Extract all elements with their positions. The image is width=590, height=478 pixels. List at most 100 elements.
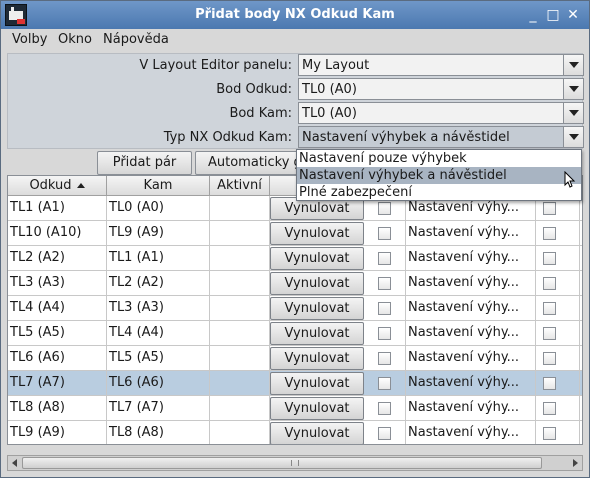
reset-button[interactable]: Vynulovat bbox=[270, 297, 364, 320]
row-enabled-checkbox[interactable] bbox=[543, 277, 556, 290]
row-enabled-checkbox[interactable] bbox=[543, 402, 556, 415]
cell-active bbox=[210, 396, 270, 421]
cell-check bbox=[366, 246, 406, 271]
maximize-icon[interactable]: □ bbox=[544, 6, 562, 24]
row-enabled-checkbox[interactable] bbox=[543, 427, 556, 440]
table-row[interactable]: TL8 (A8) TL7 (A7) Vynulovat Nastavení výhy.… bbox=[8, 396, 582, 421]
table-row[interactable]: TL4 (A4) TL3 (A3) Vynulovat Nastavení výhy.… bbox=[8, 296, 582, 321]
table-row[interactable]: TL10 (A10) TL9 (A9) Vynulovat Nastavení výh… bbox=[8, 221, 582, 246]
cell-type[interactable]: Nastavení výhy... bbox=[406, 371, 536, 396]
close-icon[interactable]: ✕ bbox=[564, 6, 582, 24]
add-pair-button[interactable]: Přidat pár bbox=[97, 151, 192, 175]
table-row[interactable]: TL5 (A5) TL4 (A4) Vynulovat Nastavení výhy.… bbox=[8, 321, 582, 346]
chevron-down-icon[interactable] bbox=[563, 127, 583, 147]
cell-from: TL10 (A10) bbox=[8, 221, 107, 246]
cell-enabled bbox=[536, 321, 580, 346]
table-row[interactable]: TL7 (A7) TL6 (A6) Vynulovat Nastavení výhy.… bbox=[8, 371, 582, 396]
cell-type[interactable]: Nastavení výhy... bbox=[406, 346, 536, 371]
cell-check bbox=[366, 321, 406, 346]
auto-generate-button[interactable]: Automaticky g bbox=[195, 151, 299, 175]
reset-button[interactable]: Vynulovat bbox=[270, 422, 364, 444]
scroll-left-icon[interactable] bbox=[8, 456, 22, 470]
cell-type[interactable]: Nastavení výhy... bbox=[406, 396, 536, 421]
title-bar[interactable]: Přidat body NX Odkud Kam _ □ ✕ bbox=[1, 1, 589, 29]
dropdown-option-turnouts-only[interactable]: Nastavení pouze výhybek bbox=[297, 150, 581, 167]
table-row[interactable]: TL6 (A6) TL5 (A5) Vynulovat Nastavení výhy.… bbox=[8, 346, 582, 371]
row-checkbox[interactable] bbox=[378, 202, 391, 215]
row-checkbox[interactable] bbox=[378, 427, 391, 440]
column-header-odkud[interactable]: Odkud bbox=[8, 176, 107, 196]
cell-active bbox=[210, 421, 270, 444]
cell-type[interactable]: Nastavení výhy... bbox=[406, 321, 536, 346]
row-enabled-checkbox[interactable] bbox=[543, 302, 556, 315]
chevron-down-icon[interactable] bbox=[563, 103, 583, 123]
row-enabled-checkbox[interactable] bbox=[543, 227, 556, 240]
cell-type[interactable]: Nastavení výhy... bbox=[406, 221, 536, 246]
horizontal-scrollbar[interactable] bbox=[7, 455, 583, 471]
row-checkbox[interactable] bbox=[378, 227, 391, 240]
row-checkbox[interactable] bbox=[378, 402, 391, 415]
cell-type[interactable]: Nastavení výhy... bbox=[406, 271, 536, 296]
row-checkbox[interactable] bbox=[378, 377, 391, 390]
cell-type[interactable]: Nastavení výhy... bbox=[406, 246, 536, 271]
reset-button[interactable]: Vynulovat bbox=[270, 247, 364, 270]
type-select[interactable]: Nastavení výhybek a návěstidel bbox=[298, 126, 584, 148]
cell-type[interactable]: Nastavení výhy... bbox=[406, 421, 536, 444]
dropdown-option-turnouts-signals[interactable]: Nastavení výhybek a návěstidel bbox=[297, 167, 581, 184]
chevron-down-icon[interactable] bbox=[563, 55, 583, 75]
column-header-aktivni[interactable]: Aktivní bbox=[210, 176, 270, 196]
reset-button[interactable]: Vynulovat bbox=[270, 222, 364, 245]
cell-to: TL8 (A8) bbox=[107, 421, 210, 444]
cell-to: TL5 (A5) bbox=[107, 346, 210, 371]
scrollbar-thumb[interactable] bbox=[22, 457, 542, 469]
layout-select[interactable]: My Layout bbox=[298, 54, 584, 76]
chevron-down-icon[interactable] bbox=[563, 79, 583, 99]
reset-button[interactable]: Vynulovat bbox=[270, 397, 364, 420]
row-enabled-checkbox[interactable] bbox=[543, 252, 556, 265]
table-row[interactable]: TL9 (A9) TL8 (A8) Vynulovat Nastavení výhy.… bbox=[8, 421, 582, 444]
cell-from: TL7 (A7) bbox=[8, 371, 107, 396]
row-enabled-checkbox[interactable] bbox=[543, 327, 556, 340]
row-checkbox[interactable] bbox=[378, 327, 391, 340]
cell-active bbox=[210, 246, 270, 271]
to-label: Bod Kam: bbox=[229, 106, 292, 121]
reset-button[interactable]: Vynulovat bbox=[270, 322, 364, 345]
scroll-right-icon[interactable] bbox=[568, 456, 582, 470]
row-checkbox[interactable] bbox=[378, 277, 391, 290]
reset-button[interactable]: Vynulovat bbox=[270, 272, 364, 295]
sort-ascending-icon bbox=[76, 183, 85, 188]
from-select[interactable]: TL0 (A0) bbox=[298, 78, 584, 100]
row-checkbox[interactable] bbox=[378, 302, 391, 315]
row-enabled-checkbox[interactable] bbox=[543, 202, 556, 215]
minimize-icon[interactable]: _ bbox=[524, 6, 542, 24]
cell-type[interactable]: Nastavení výhy... bbox=[406, 296, 536, 321]
cell-enabled bbox=[536, 421, 580, 444]
table-row[interactable]: TL3 (A3) TL2 (A2) Vynulovat Nastavení výhy.… bbox=[8, 271, 582, 296]
cell-active bbox=[210, 346, 270, 371]
row-enabled-checkbox[interactable] bbox=[543, 377, 556, 390]
row-enabled-checkbox[interactable] bbox=[543, 352, 556, 365]
to-select-value: TL0 (A0) bbox=[302, 106, 357, 121]
cell-to: TL6 (A6) bbox=[107, 371, 210, 396]
reset-button[interactable]: Vynulovat bbox=[270, 372, 364, 395]
cell-check bbox=[366, 346, 406, 371]
column-header-kam[interactable]: Kam bbox=[107, 176, 210, 196]
to-select[interactable]: TL0 (A0) bbox=[298, 102, 584, 124]
dropdown-option-full-interlock[interactable]: Plné zabezpečení bbox=[297, 184, 581, 201]
cell-check bbox=[366, 296, 406, 321]
menu-okno[interactable]: Okno bbox=[58, 32, 92, 47]
menu-volby[interactable]: Volby bbox=[12, 32, 47, 47]
cell-to: TL1 (A1) bbox=[107, 246, 210, 271]
cell-enabled bbox=[536, 246, 580, 271]
cell-from: TL9 (A9) bbox=[8, 421, 107, 444]
reset-button[interactable]: Vynulovat bbox=[270, 347, 364, 370]
row-checkbox[interactable] bbox=[378, 252, 391, 265]
cell-enabled bbox=[536, 296, 580, 321]
row-checkbox[interactable] bbox=[378, 352, 391, 365]
cell-check bbox=[366, 396, 406, 421]
cell-from: TL1 (A1) bbox=[8, 196, 107, 221]
table-row[interactable]: TL2 (A2) TL1 (A1) Vynulovat Nastavení výhy.… bbox=[8, 246, 582, 271]
cell-check bbox=[366, 421, 406, 444]
cell-enabled bbox=[536, 271, 580, 296]
menu-napoveda[interactable]: Nápověda bbox=[103, 32, 169, 47]
